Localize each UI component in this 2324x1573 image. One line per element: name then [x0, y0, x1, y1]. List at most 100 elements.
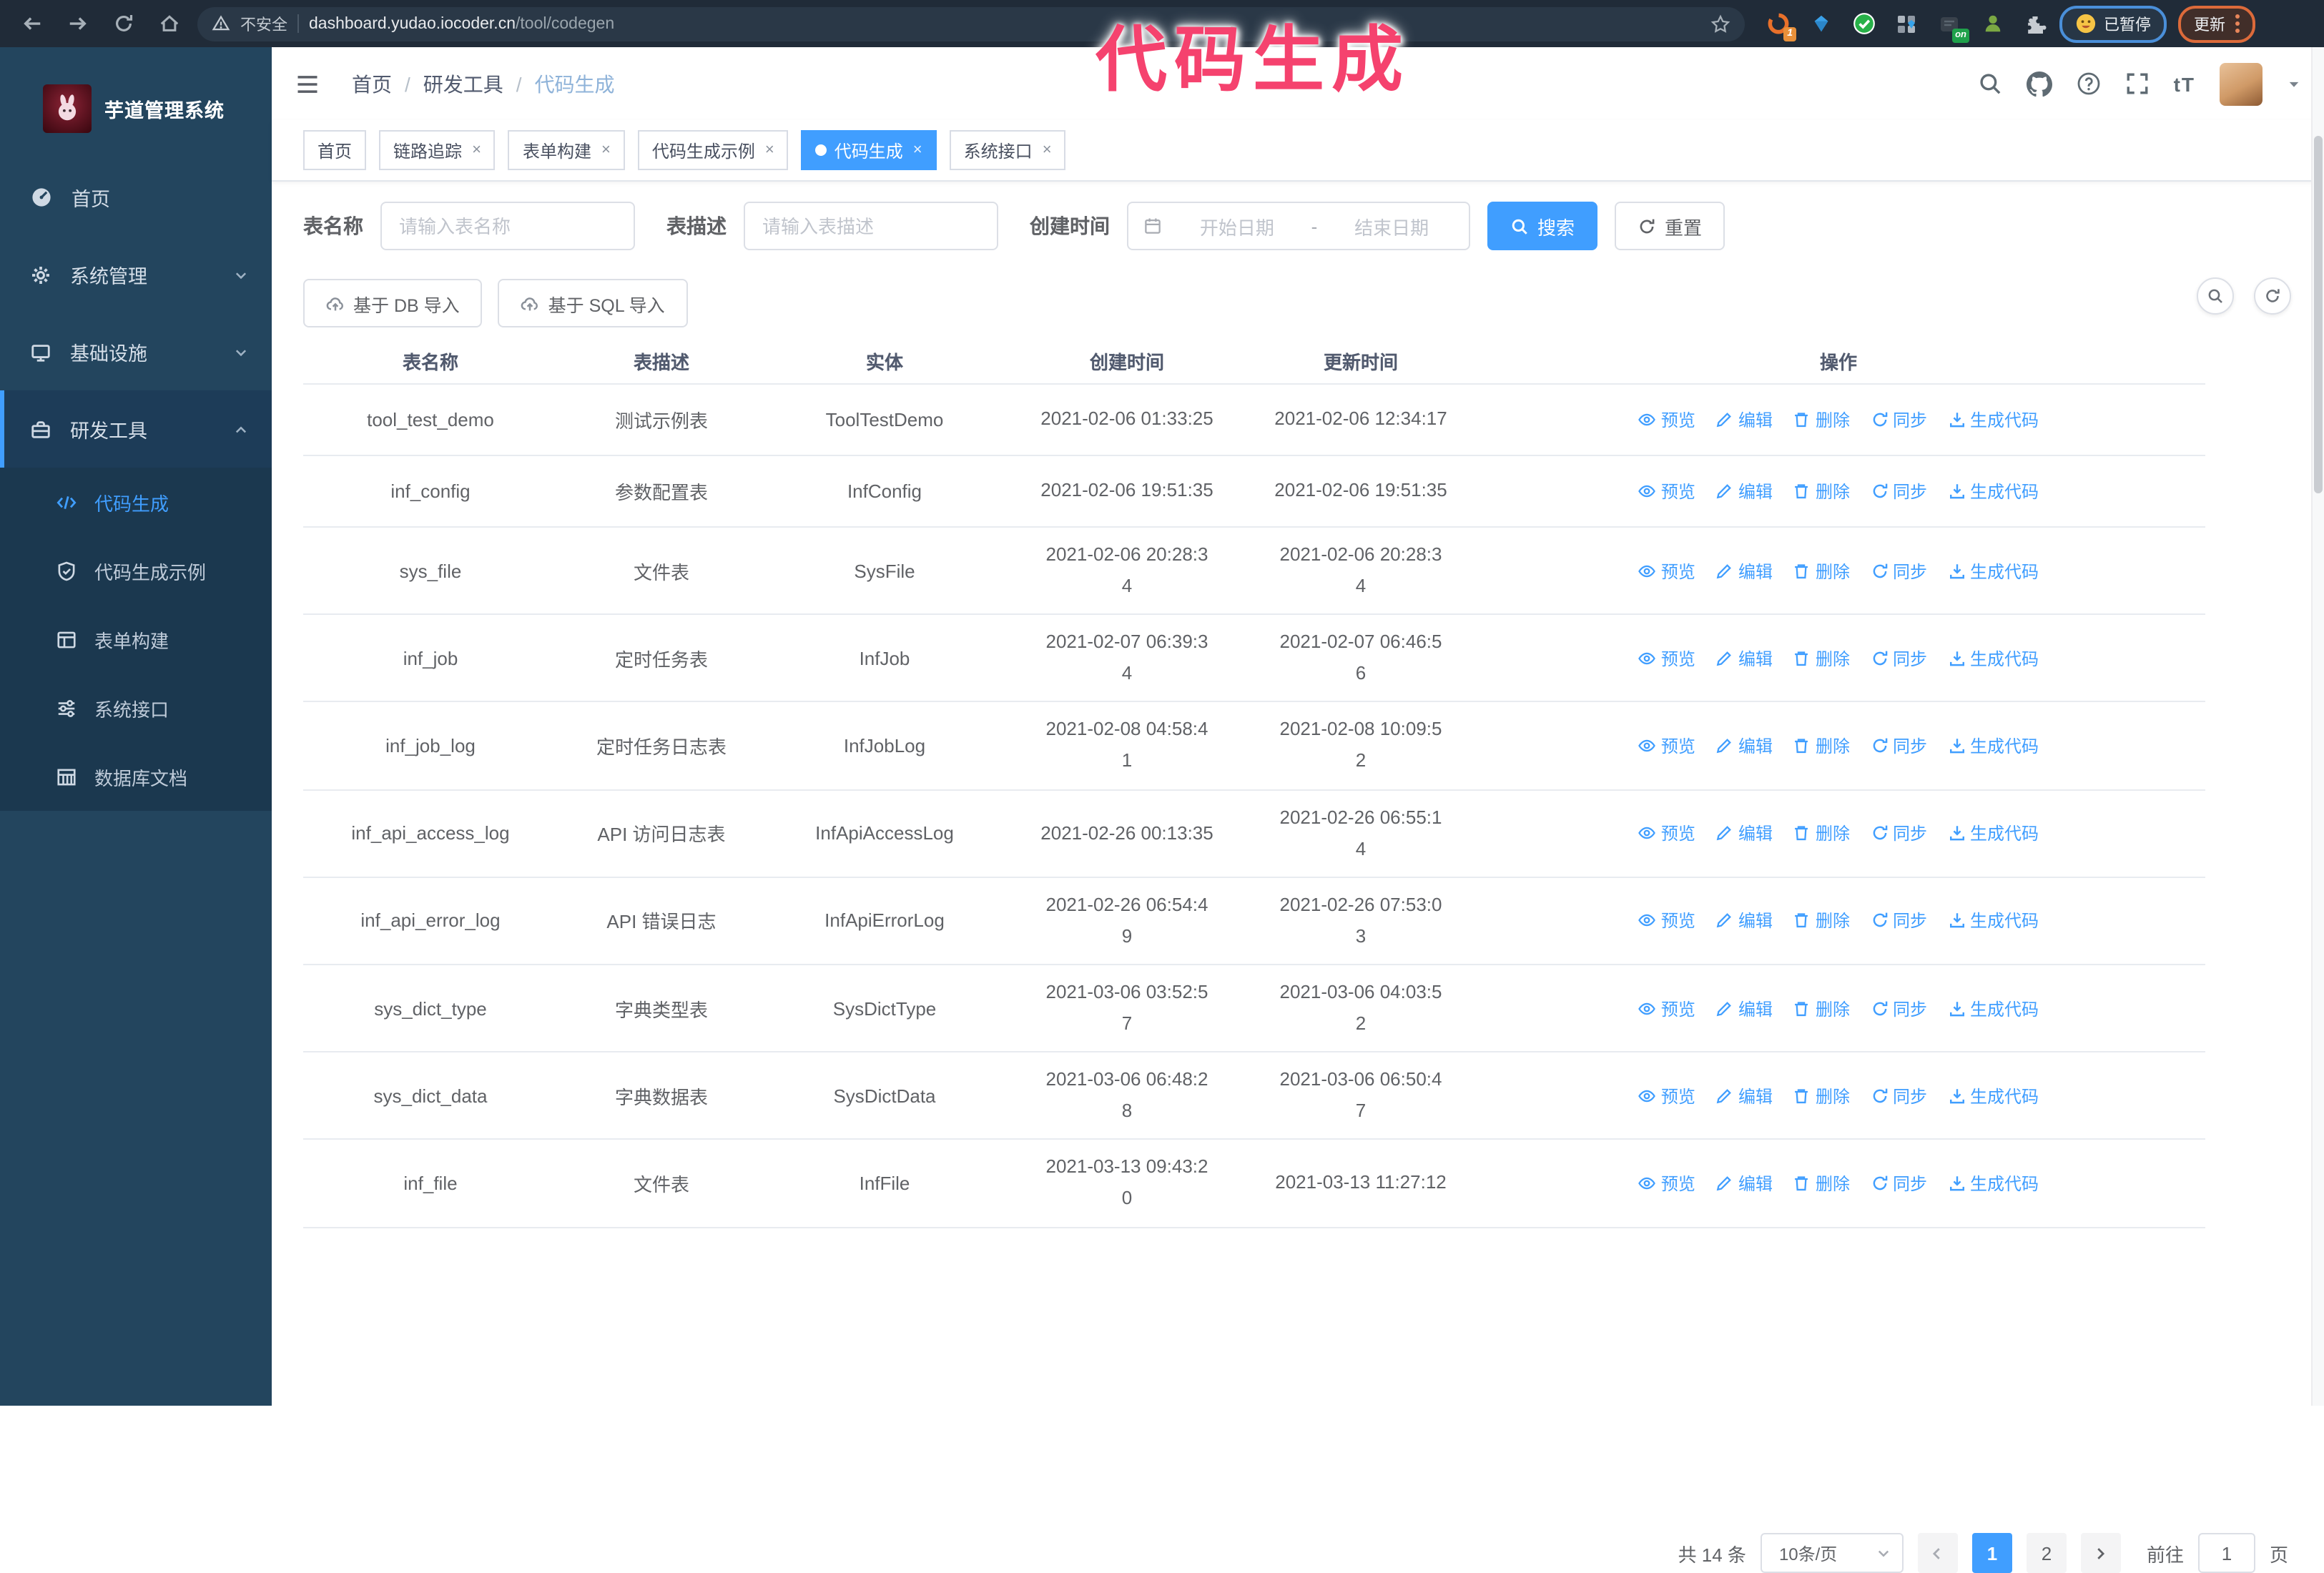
extension-check-icon[interactable] — [1851, 11, 1876, 36]
github-icon[interactable] — [2026, 71, 2052, 97]
sidebar-subitem-2[interactable]: 表单构建 — [0, 605, 272, 674]
extension-gem-icon[interactable] — [1808, 11, 1833, 36]
help-icon[interactable] — [2077, 72, 2101, 96]
edit-link[interactable]: 编辑 — [1715, 821, 1773, 845]
edit-link[interactable]: 编辑 — [1715, 996, 1773, 1020]
edit-link[interactable]: 编辑 — [1715, 558, 1773, 583]
page-button-2[interactable]: 2 — [2026, 1533, 2067, 1573]
preview-link[interactable]: 预览 — [1638, 646, 1695, 671]
font-size-icon[interactable]: tT — [2174, 72, 2195, 95]
sidebar-subitem-3[interactable]: 系统接口 — [0, 674, 272, 742]
sync-link[interactable]: 同步 — [1870, 646, 1927, 671]
back-icon[interactable] — [14, 6, 49, 41]
app-logo-row[interactable]: 芋道管理系统 — [0, 47, 272, 159]
sync-link[interactable]: 同步 — [1870, 558, 1927, 583]
sync-link[interactable]: 同步 — [1870, 821, 1927, 845]
close-icon[interactable]: × — [765, 142, 774, 159]
page-scrollbar[interactable] — [2311, 47, 2324, 1406]
tab-系统接口[interactable]: 系统接口 × — [949, 130, 1066, 170]
close-icon[interactable]: × — [913, 142, 922, 159]
sidebar-item-3[interactable]: 研发工具 — [0, 390, 272, 468]
preview-link[interactable]: 预览 — [1638, 821, 1695, 845]
tab-链路追踪[interactable]: 链路追踪 × — [379, 130, 496, 170]
sidebar-item-1[interactable]: 系统管理 — [0, 236, 272, 313]
sidebar-subitem-1[interactable]: 代码生成示例 — [0, 536, 272, 605]
generate-link[interactable]: 生成代码 — [1947, 646, 2039, 671]
preview-link[interactable]: 预览 — [1638, 996, 1695, 1020]
preview-link[interactable]: 预览 — [1638, 1083, 1695, 1108]
end-date-placeholder[interactable]: 结束日期 — [1329, 212, 1454, 240]
bookmark-star-icon[interactable] — [1710, 14, 1730, 34]
refresh-table-icon[interactable] — [2254, 277, 2291, 315]
fullscreen-icon[interactable] — [2125, 72, 2150, 96]
search-icon[interactable] — [1978, 72, 2002, 96]
preview-link[interactable]: 预览 — [1638, 479, 1695, 503]
tab-首页[interactable]: 首页 — [303, 130, 367, 170]
breadcrumb-item[interactable]: 首页 — [352, 69, 392, 98]
extension-person-icon[interactable] — [1979, 11, 2005, 36]
table-desc-input[interactable] — [744, 202, 998, 250]
browser-menu-icon[interactable] — [2235, 14, 2240, 33]
import-sql-button[interactable]: 基于 SQL 导入 — [498, 279, 688, 327]
scrollbar-thumb[interactable] — [2314, 136, 2323, 493]
import-db-button[interactable]: 基于 DB 导入 — [303, 279, 483, 327]
edit-link[interactable]: 编辑 — [1715, 408, 1773, 432]
delete-link[interactable]: 删除 — [1793, 1083, 1850, 1108]
extension-dark-on-icon[interactable]: on — [1936, 11, 1969, 42]
tab-表单构建[interactable]: 表单构建 × — [508, 130, 625, 170]
edit-link[interactable]: 编辑 — [1715, 734, 1773, 758]
preview-link[interactable]: 预览 — [1638, 909, 1695, 933]
preview-link[interactable]: 预览 — [1638, 1171, 1695, 1195]
sidebar-item-2[interactable]: 基础设施 — [0, 313, 272, 390]
generate-link[interactable]: 生成代码 — [1947, 479, 2039, 503]
sidebar-toggle-icon[interactable] — [295, 71, 320, 97]
profile-paused-chip[interactable]: 已暂停 — [2059, 5, 2167, 42]
close-icon[interactable]: × — [472, 142, 481, 159]
forward-icon[interactable] — [60, 6, 94, 41]
sync-link[interactable]: 同步 — [1870, 1083, 1927, 1108]
sync-link[interactable]: 同步 — [1870, 909, 1927, 933]
extension-grid-icon[interactable] — [1894, 11, 1919, 36]
toggle-search-icon[interactable] — [2197, 277, 2234, 315]
delete-link[interactable]: 删除 — [1793, 646, 1850, 671]
address-bar[interactable]: 不安全 dashboard.yudao.iocoder.cn/tool/code… — [197, 6, 1745, 41]
close-icon[interactable]: × — [601, 142, 611, 159]
sidebar-item-0[interactable]: 首页 — [0, 159, 272, 236]
extension-orange-icon[interactable]: 1 — [1765, 11, 1796, 41]
generate-link[interactable]: 生成代码 — [1947, 996, 2039, 1020]
sidebar-subitem-0[interactable]: 代码生成 — [0, 468, 272, 536]
generate-link[interactable]: 生成代码 — [1947, 821, 2039, 845]
generate-link[interactable]: 生成代码 — [1947, 734, 2039, 758]
reload-icon[interactable] — [106, 6, 140, 41]
generate-link[interactable]: 生成代码 — [1947, 408, 2039, 432]
sync-link[interactable]: 同步 — [1870, 996, 1927, 1020]
generate-link[interactable]: 生成代码 — [1947, 909, 2039, 933]
extensions-puzzle-icon[interactable] — [2022, 11, 2048, 36]
reset-button[interactable]: 重置 — [1615, 202, 1725, 250]
breadcrumb-item[interactable]: 研发工具 — [423, 69, 503, 98]
close-icon[interactable]: × — [1043, 142, 1052, 159]
delete-link[interactable]: 删除 — [1793, 408, 1850, 432]
preview-link[interactable]: 预览 — [1638, 558, 1695, 583]
delete-link[interactable]: 删除 — [1793, 479, 1850, 503]
edit-link[interactable]: 编辑 — [1715, 1083, 1773, 1108]
page-button-1[interactable]: 1 — [1971, 1533, 2012, 1573]
edit-link[interactable]: 编辑 — [1715, 1171, 1773, 1195]
table-name-input[interactable] — [380, 202, 635, 250]
next-page-button[interactable] — [2080, 1533, 2121, 1573]
sync-link[interactable]: 同步 — [1870, 408, 1927, 432]
generate-link[interactable]: 生成代码 — [1947, 1171, 2039, 1195]
generate-link[interactable]: 生成代码 — [1947, 558, 2039, 583]
sync-link[interactable]: 同步 — [1870, 479, 1927, 503]
update-chip[interactable]: 更新 — [2178, 5, 2255, 42]
page-size-select[interactable]: 10条/页 — [1760, 1533, 1904, 1573]
delete-link[interactable]: 删除 — [1793, 996, 1850, 1020]
preview-link[interactable]: 预览 — [1638, 734, 1695, 758]
edit-link[interactable]: 编辑 — [1715, 646, 1773, 671]
sync-link[interactable]: 同步 — [1870, 734, 1927, 758]
delete-link[interactable]: 删除 — [1793, 909, 1850, 933]
user-caret-down-icon[interactable] — [2287, 77, 2301, 91]
sidebar-subitem-4[interactable]: 数据库文档 — [0, 742, 272, 811]
preview-link[interactable]: 预览 — [1638, 408, 1695, 432]
delete-link[interactable]: 删除 — [1793, 821, 1850, 845]
